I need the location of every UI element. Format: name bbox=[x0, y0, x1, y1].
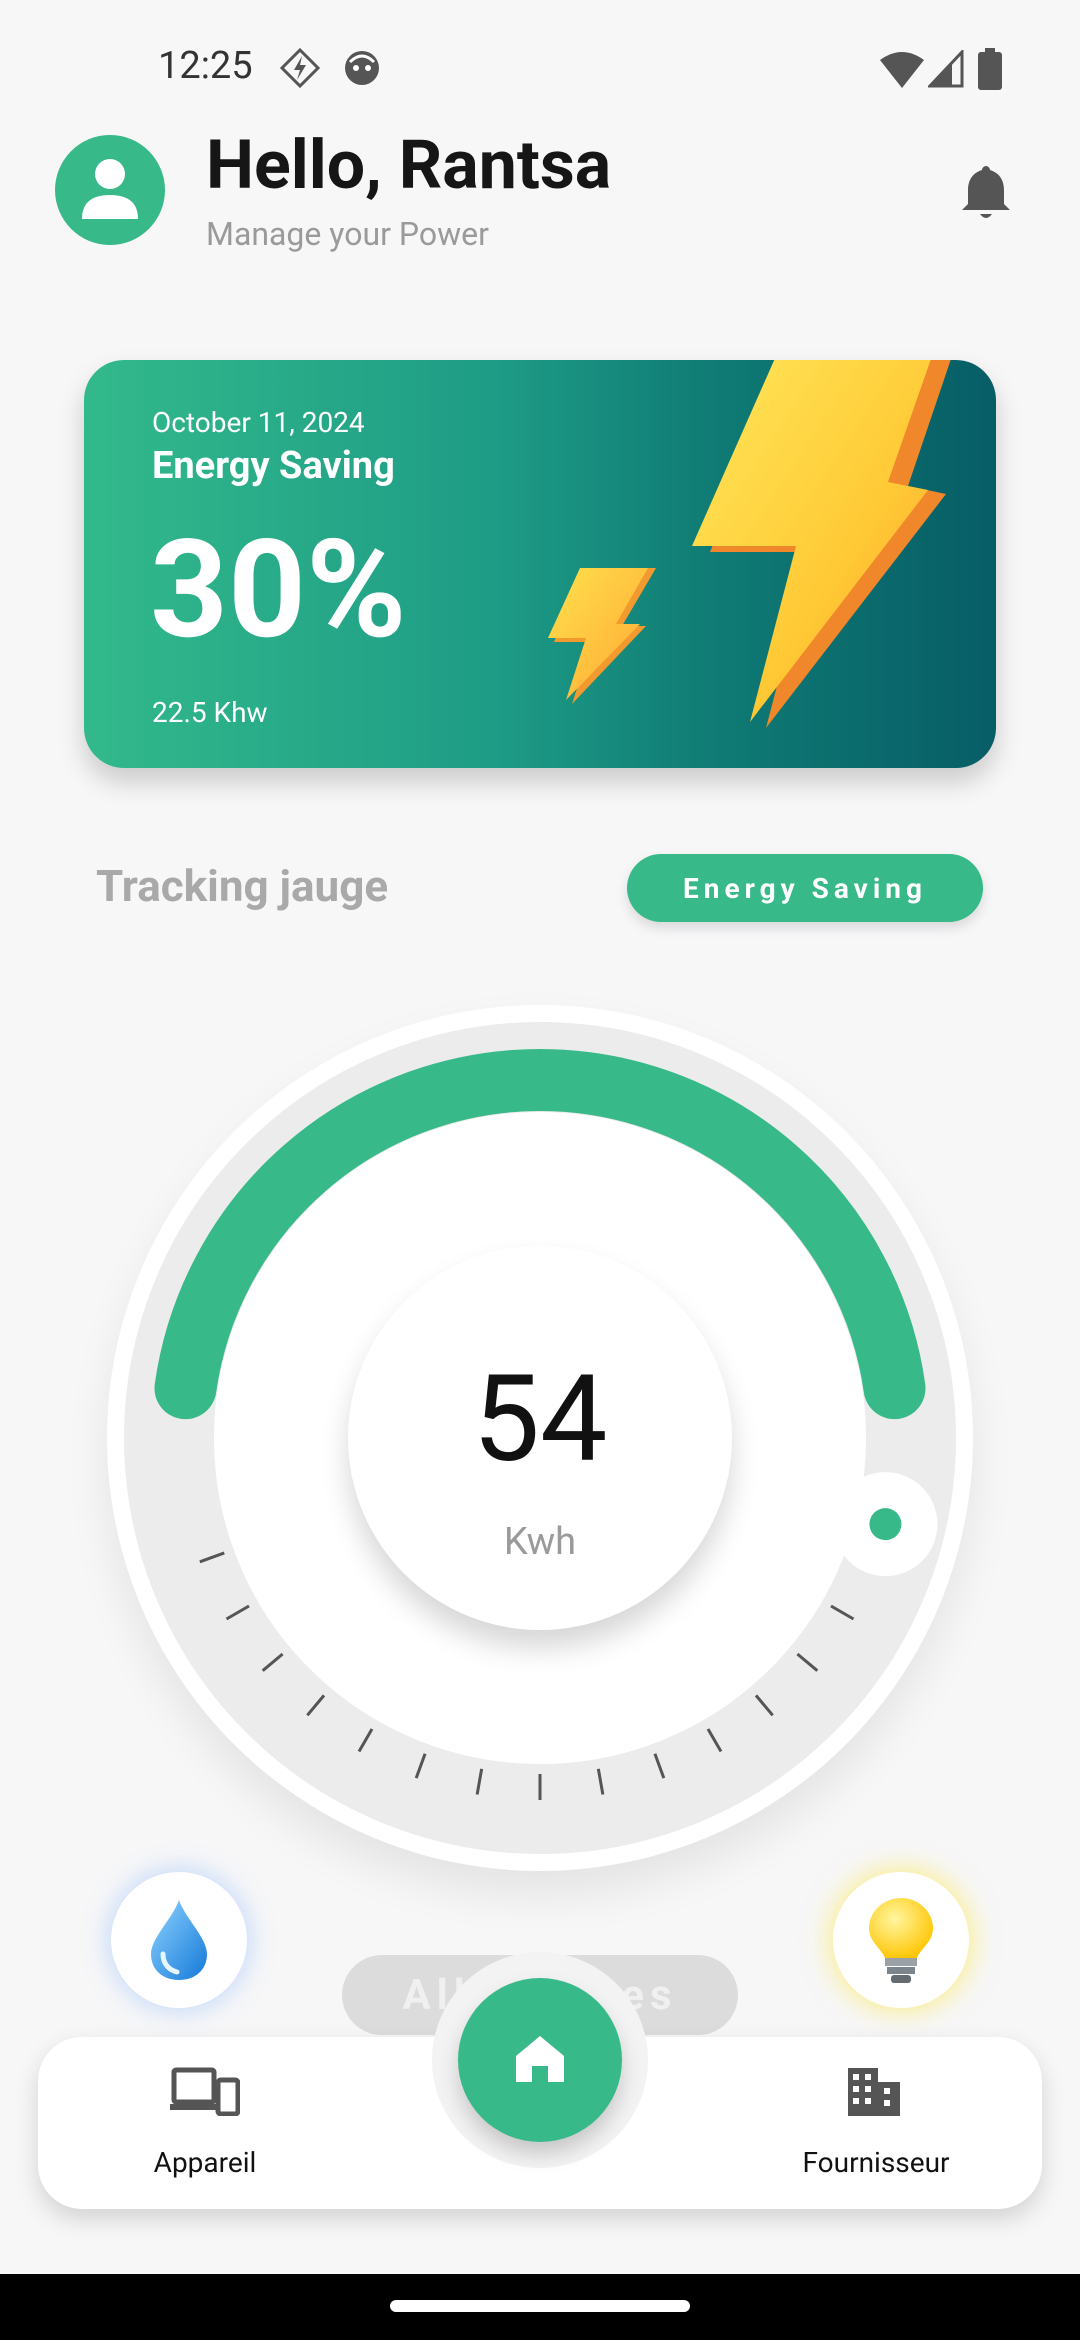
nav-item-fournisseur[interactable] bbox=[826, 2060, 916, 2144]
status-time: 12:25 bbox=[158, 44, 253, 88]
home-icon bbox=[516, 2036, 564, 2082]
bolt-badge-icon bbox=[280, 48, 320, 88]
card-title: Energy Saving bbox=[152, 444, 395, 488]
saving-percent: 30% bbox=[150, 511, 407, 670]
light-button[interactable] bbox=[833, 1872, 969, 2008]
greeting-subtitle: Manage your Power bbox=[206, 215, 489, 253]
energy-saving-card[interactable]: October 11, 2024 Energy Saving 30% 22.5 … bbox=[84, 360, 996, 768]
devices-icon bbox=[170, 2067, 240, 2116]
building-icon bbox=[848, 2068, 900, 2116]
gauge-knob-dot bbox=[869, 1508, 902, 1541]
energy-saving-mode-button[interactable]: Energy Saving bbox=[627, 854, 983, 922]
home-gesture-handle[interactable] bbox=[390, 2300, 690, 2312]
nav-label-appareil[interactable]: Appareil bbox=[130, 2146, 280, 2179]
greeting-title: Hello, Rantsa bbox=[206, 125, 612, 205]
avatar[interactable] bbox=[55, 135, 165, 245]
bell-icon[interactable] bbox=[958, 162, 1014, 222]
gauge-value: 54 bbox=[472, 1350, 608, 1490]
energy-amount: 22.5 Khw bbox=[152, 696, 268, 729]
gauge-unit: Kwh bbox=[503, 1520, 577, 1564]
tracking-title: Tracking jauge bbox=[96, 860, 389, 912]
card-date: October 11, 2024 bbox=[152, 406, 365, 439]
water-drop-icon bbox=[151, 1900, 207, 1980]
nav-label-fournisseur[interactable]: Fournisseur bbox=[786, 2146, 966, 2179]
lightning-bolt-large-icon bbox=[692, 360, 951, 728]
water-button[interactable] bbox=[111, 1872, 247, 2008]
face-icon bbox=[345, 51, 379, 85]
wifi-icon bbox=[880, 52, 924, 88]
nav-item-appareil[interactable] bbox=[150, 2060, 260, 2144]
light-bulb-icon bbox=[869, 1898, 933, 1983]
home-button[interactable] bbox=[458, 1978, 622, 2142]
signal-icon bbox=[928, 50, 964, 88]
battery-icon bbox=[978, 48, 1002, 90]
person-icon bbox=[82, 159, 138, 219]
lightning-bolt-small-icon bbox=[548, 568, 656, 704]
